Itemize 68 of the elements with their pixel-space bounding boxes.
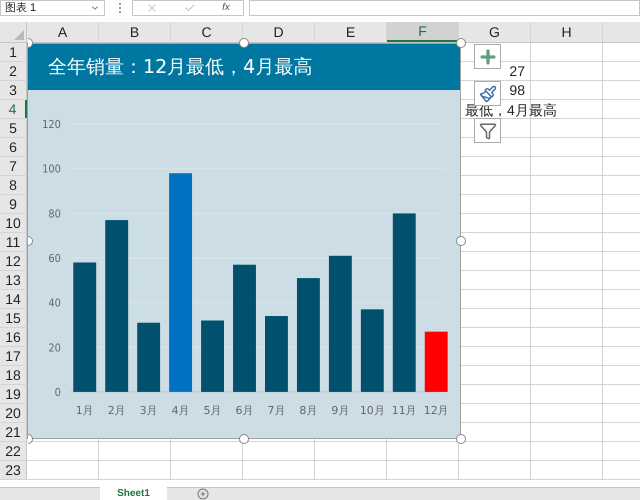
row-header[interactable]: 17: [0, 347, 27, 365]
row-header[interactable]: 2: [0, 62, 27, 80]
row-header[interactable]: 7: [0, 157, 27, 175]
row-header[interactable]: 11: [0, 233, 27, 251]
axis-label: 5月: [204, 404, 222, 417]
name-box[interactable]: 图表 1: [0, 0, 105, 16]
axis-label: 4月: [172, 404, 190, 417]
cell-text: 98: [509, 83, 525, 97]
axis-label: 11月: [392, 404, 417, 417]
add-sheet-icon[interactable]: [197, 488, 209, 500]
axis-label: 80: [48, 207, 61, 220]
sheet-tab[interactable]: Sheet1: [100, 487, 167, 500]
row-header[interactable]: 8: [0, 176, 27, 194]
axis-label: 120: [42, 118, 61, 132]
row-header[interactable]: 23: [0, 461, 27, 479]
axis-label: 100: [42, 162, 61, 176]
cell-text: 27: [509, 64, 525, 78]
axis-label: 40: [48, 296, 61, 310]
row-header[interactable]: 1: [0, 43, 27, 61]
row-header[interactable]: 5: [0, 119, 27, 137]
row-header[interactable]: 10: [0, 214, 27, 232]
row-header[interactable]: 22: [0, 442, 27, 460]
more-icon[interactable]: [119, 3, 122, 13]
resize-handle[interactable]: [456, 236, 466, 246]
axis-label: 0: [54, 386, 61, 399]
row-header[interactable]: 16: [0, 328, 27, 346]
chart-title: 全年销量：12月最低，4月最高: [28, 44, 460, 90]
axis-label: 6月: [236, 404, 254, 417]
row-header[interactable]: 6: [0, 138, 27, 156]
row-header[interactable]: 4: [0, 100, 27, 118]
axis-label: 10月: [360, 404, 385, 417]
chart-filters-button[interactable]: [474, 118, 501, 143]
axis-label: 3月: [140, 404, 158, 417]
resize-handle[interactable]: [28, 38, 33, 48]
insert-function-button[interactable]: fx: [222, 3, 230, 13]
axis-label: 20: [48, 341, 61, 354]
resize-handle[interactable]: [456, 434, 466, 444]
cancel-icon[interactable]: [146, 2, 158, 14]
formula-input[interactable]: [249, 0, 640, 16]
row-header[interactable]: 19: [0, 385, 27, 403]
axis-label: 2月: [108, 404, 126, 417]
axis-label: 8月: [299, 404, 318, 417]
row-header[interactable]: 15: [0, 309, 27, 327]
column-header[interactable]: F: [387, 22, 459, 42]
chart-elements-button[interactable]: [474, 44, 501, 69]
row-header[interactable]: 21: [0, 423, 27, 441]
column-header[interactable]: H: [531, 22, 603, 42]
chart-styles-button[interactable]: [474, 81, 501, 106]
enter-icon[interactable]: [184, 2, 196, 14]
resize-handle[interactable]: [28, 434, 33, 444]
paintbrush-icon: [478, 84, 496, 102]
axis-label: 12月: [424, 404, 449, 417]
row-header[interactable]: 12: [0, 252, 27, 270]
axis-label: 9月: [331, 404, 350, 417]
row-header[interactable]: 14: [0, 290, 27, 308]
row-header[interactable]: 13: [0, 271, 27, 289]
resize-handle[interactable]: [239, 434, 249, 444]
axis-label: 7月: [267, 404, 286, 417]
plus-icon: [478, 46, 498, 66]
axis-label: 60: [48, 252, 61, 265]
column-header[interactable]: B: [99, 22, 171, 42]
axis-label: 1月: [76, 404, 94, 417]
row-header[interactable]: 9: [0, 195, 27, 213]
row-header[interactable]: 3: [0, 81, 27, 99]
filter-icon: [478, 122, 496, 140]
row-header[interactable]: 18: [0, 366, 27, 384]
row-header[interactable]: 20: [0, 404, 27, 422]
resize-handle[interactable]: [28, 236, 33, 246]
